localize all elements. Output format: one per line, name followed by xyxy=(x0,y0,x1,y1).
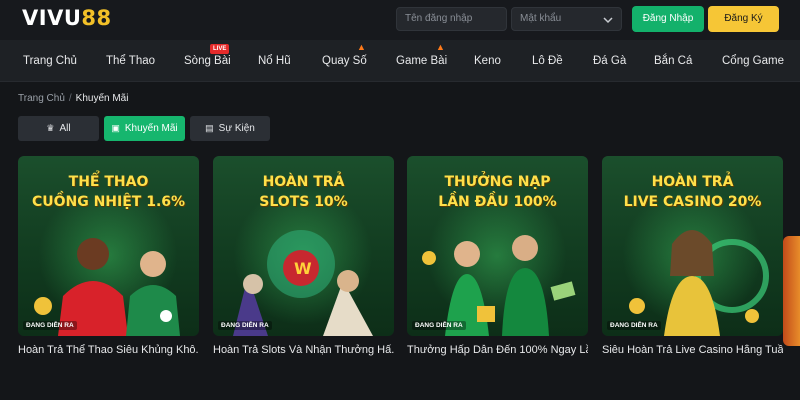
nav-item-no-hu[interactable]: Nổ Hũ xyxy=(258,40,291,82)
floating-promo-widget[interactable] xyxy=(783,236,800,346)
fire-icon: ▲ xyxy=(436,42,445,52)
crown-icon: ♛ xyxy=(46,123,55,133)
card-caption[interactable]: Thưởng Hấp Dẫn Đến 100% Ngay Lầ... xyxy=(407,344,588,356)
calendar-icon: ▤ xyxy=(205,123,214,133)
nav-item-the-thao[interactable]: Thể Thao xyxy=(106,40,155,82)
status-badge: ĐANG DIỄN RA xyxy=(23,321,77,330)
card-title-line1: THỂ THAO xyxy=(68,174,149,190)
login-button[interactable]: Đăng Nhập xyxy=(632,6,704,32)
password-placeholder: Mật khẩu xyxy=(520,13,562,24)
svg-text:W: W xyxy=(294,259,312,278)
promo-card-slots[interactable]: W HOÀN TRẢ SLOTS 10% ĐANG DIỄN RA xyxy=(213,156,394,336)
status-badge: ĐANG DIỄN RA xyxy=(412,321,466,330)
username-input[interactable]: Tên đăng nhập xyxy=(396,7,507,31)
fire-icon: ▲ xyxy=(357,42,366,52)
tab-su-kien-label: Sự Kiện xyxy=(218,123,255,134)
promo-card-first-deposit[interactable]: THƯỞNG NẠP LẦN ĐẦU 100% ĐANG DIỄN RA xyxy=(407,156,588,336)
card-title-line2: LẦN ĐẦU 100% xyxy=(438,194,557,210)
card-caption[interactable]: Hoàn Trả Slots Và Nhận Thưởng Hấ... xyxy=(213,344,394,356)
card-title-line2: SLOTS 10% xyxy=(259,194,348,210)
status-badge: ĐANG DIỄN RA xyxy=(607,321,661,330)
card-title-line2: CUỒNG NHIỆT 1.6% xyxy=(31,194,186,210)
card-caption[interactable]: Siêu Hoàn Trả Live Casino Hằng Tuần xyxy=(602,344,783,356)
tab-su-kien[interactable]: ▤ Sự Kiện xyxy=(190,116,270,141)
nav-item-trang-chu[interactable]: Trang Chủ xyxy=(23,40,77,82)
card-title-line1: THƯỞNG NẠP xyxy=(444,174,551,190)
breadcrumb: Trang Chủ / Khuyến Mãi xyxy=(18,93,128,104)
tab-all-label: All xyxy=(59,123,71,134)
nav-item-da-ga[interactable]: Đá Gà xyxy=(593,40,626,82)
nav-item-keno[interactable]: Keno xyxy=(474,40,501,82)
tab-khuyen-mai-label: Khuyến Mãi xyxy=(124,123,178,134)
register-button[interactable]: Đăng Ký xyxy=(708,6,779,32)
breadcrumb-home[interactable]: Trang Chủ xyxy=(18,93,65,104)
card-title-line1: HOÀN TRẢ xyxy=(262,174,345,190)
chevron-down-icon[interactable] xyxy=(603,10,613,39)
nav-item-ban-ca[interactable]: Bắn Cá xyxy=(654,40,692,82)
status-badge: ĐANG DIỄN RA xyxy=(218,321,272,330)
gift-icon: ▣ xyxy=(111,123,120,133)
site-logo[interactable]: VIVU88 xyxy=(22,6,112,30)
promo-card-live-casino[interactable]: HOÀN TRẢ LIVE CASINO 20% ĐANG DIỄN RA xyxy=(602,156,783,336)
logo-text-vivu: VIVU xyxy=(22,6,82,30)
tab-khuyen-mai[interactable]: ▣ Khuyến Mãi xyxy=(104,116,185,141)
card-title-line1: HOÀN TRẢ xyxy=(651,174,734,190)
card-caption[interactable]: Hoàn Trả Thể Thao Siêu Khủng Khô... xyxy=(18,344,199,356)
nav-item-lo-de[interactable]: Lô Đề xyxy=(532,40,563,82)
card-title-line2: LIVE CASINO 20% xyxy=(623,194,762,210)
main-nav: Trang Chủ Thể Thao Sòng Bài LIVE Nổ Hũ Q… xyxy=(0,40,800,82)
tab-all[interactable]: ♛ All xyxy=(18,116,99,141)
password-input[interactable]: Mật khẩu xyxy=(511,7,622,31)
live-badge: LIVE xyxy=(210,44,230,54)
top-header: VIVU88 Tên đăng nhập Mật khẩu Đăng Nhập … xyxy=(0,0,800,40)
logo-text-88: 88 xyxy=(81,6,112,30)
breadcrumb-separator: / xyxy=(68,93,72,104)
promo-card-sports[interactable]: THỂ THAO CUỒNG NHIỆT 1.6% ĐANG DIỄN RA xyxy=(18,156,199,336)
nav-item-cong-game[interactable]: Cổng Game xyxy=(722,40,784,82)
breadcrumb-current: Khuyến Mãi xyxy=(75,93,129,104)
